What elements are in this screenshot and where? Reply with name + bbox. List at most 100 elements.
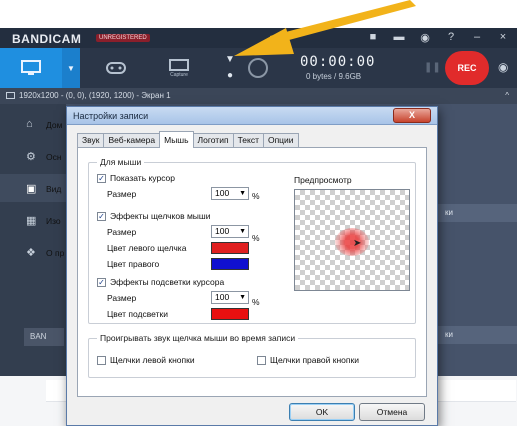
dialog-title: Настройки записи bbox=[73, 111, 149, 121]
minimize-icon[interactable]: – bbox=[471, 31, 483, 44]
content-strip: ки bbox=[437, 204, 517, 222]
cursor-pointer-icon: ➤ bbox=[353, 238, 362, 249]
image-icon: ▦ bbox=[26, 215, 37, 227]
tab-logo[interactable]: Логотип bbox=[192, 133, 234, 147]
home-icon: ⌂ bbox=[26, 118, 33, 130]
mouse-settings-group: Для мыши ✓ Показать курсор Размер 100 ▼ … bbox=[88, 157, 416, 324]
chevron-down-icon: ▼ bbox=[239, 294, 246, 301]
sidebar-item-label: Изо bbox=[46, 216, 61, 226]
video-icon: ▣ bbox=[26, 183, 37, 195]
right-click-sound-checkbox[interactable]: Щелчки правой кнопки bbox=[257, 355, 359, 365]
monitor-icon bbox=[21, 60, 41, 75]
select-value: 100 bbox=[215, 226, 230, 236]
right-click-color-swatch[interactable] bbox=[211, 258, 249, 270]
left-click-color-swatch[interactable] bbox=[211, 242, 249, 254]
percent-label: % bbox=[252, 233, 260, 243]
sidebar-item-label: Дом bbox=[46, 120, 63, 130]
game-mode-button[interactable] bbox=[86, 48, 146, 88]
file-size-readout: 0 bytes / 9.6GB bbox=[306, 72, 362, 81]
tab-webcam[interactable]: Веб-камера bbox=[103, 133, 161, 147]
left-click-color-label: Цвет левого щелчка bbox=[107, 243, 187, 253]
click-size-select[interactable]: 100 ▼ bbox=[211, 225, 249, 238]
hdmi-icon bbox=[169, 58, 189, 71]
click-size-label: Размер bbox=[107, 227, 137, 237]
checkbox-checked-icon: ✓ bbox=[97, 173, 106, 183]
chevron-down-icon: ▼ bbox=[239, 190, 246, 197]
chevron-down-icon: ▼ bbox=[239, 228, 246, 235]
sidebar-item-label: О пр bbox=[46, 248, 65, 258]
arrow-shaft bbox=[270, 0, 416, 44]
settings-icon[interactable]: ◉ bbox=[419, 31, 431, 44]
checkbox-label: Показать курсор bbox=[110, 173, 175, 183]
checkbox-unchecked-icon bbox=[257, 355, 266, 365]
checkbox-label: Эффекты подсветки курсора bbox=[110, 277, 225, 287]
highlight-color-label: Цвет подсветки bbox=[107, 309, 168, 319]
mouse-group-legend: Для мыши bbox=[97, 157, 145, 167]
mouse-tab-panel: Для мыши ✓ Показать курсор Размер 100 ▼ … bbox=[77, 147, 427, 397]
click-sound-group: Проигрывать звук щелчка мыши во время за… bbox=[88, 333, 416, 378]
percent-label: % bbox=[252, 297, 260, 307]
content-strip: ки bbox=[437, 326, 517, 344]
sidebar-item-image[interactable]: ▦ Изо bbox=[0, 206, 66, 234]
highlight-color-swatch[interactable] bbox=[211, 308, 249, 320]
sidebar-item-general[interactable]: ⚙ Осн bbox=[0, 142, 66, 170]
sidebar-item-video[interactable]: ▣ Вид bbox=[0, 174, 66, 202]
camera-icon[interactable]: ◉ bbox=[498, 60, 508, 74]
microphone-icon[interactable]: ● bbox=[220, 68, 240, 84]
arrow-head bbox=[234, 28, 294, 56]
device-mode-caption: Capture bbox=[170, 71, 188, 78]
window-icon bbox=[6, 92, 15, 99]
dialog-close-button[interactable]: X bbox=[393, 108, 431, 123]
capture-area-text: 1920x1200 - (0, 0), (1920, 1200) - Экран… bbox=[19, 91, 171, 100]
checkbox-label: Щелчки правой кнопки bbox=[270, 355, 359, 365]
left-click-sound-checkbox[interactable]: Щелчки левой кнопки bbox=[97, 355, 195, 365]
preview-label: Предпросмотр bbox=[294, 175, 352, 185]
sidebar-item-label: Осн bbox=[46, 152, 62, 162]
info-icon: ❖ bbox=[26, 247, 36, 259]
tab-options[interactable]: Опции bbox=[262, 133, 299, 147]
sound-group-legend: Проигрывать звук щелчка мыши во время за… bbox=[97, 333, 299, 343]
screen-mode-button[interactable] bbox=[0, 48, 62, 88]
checkbox-label: Щелчки левой кнопки bbox=[110, 355, 195, 365]
dialog-title-bar: Настройки записи X bbox=[67, 107, 437, 125]
screen-mode-dropdown[interactable]: ▼ bbox=[62, 48, 80, 88]
highlight-size-select[interactable]: 100 ▼ bbox=[211, 291, 249, 304]
highlight-effects-checkbox[interactable]: ✓ Эффекты подсветки курсора bbox=[97, 277, 224, 287]
checkbox-checked-icon: ✓ bbox=[97, 277, 106, 287]
sidebar-item-about[interactable]: ❖ О пр bbox=[0, 238, 66, 266]
right-click-color-label: Цвет правого bbox=[107, 259, 160, 269]
gear-icon: ⚙ bbox=[26, 151, 36, 163]
click-effects-checkbox[interactable]: ✓ Эффекты щелчков мыши bbox=[97, 211, 211, 221]
rec-button[interactable]: REC bbox=[445, 51, 489, 85]
cursor-size-select[interactable]: 100 ▼ bbox=[211, 187, 249, 200]
cursor-highlight-glow bbox=[335, 228, 369, 256]
sidebar-item-home[interactable]: ⌂ Дом bbox=[0, 110, 66, 138]
cursor-preview: ➤ bbox=[294, 189, 410, 291]
ok-button[interactable]: OK bbox=[289, 403, 355, 421]
annotation-arrow bbox=[234, 0, 416, 56]
pause-icon[interactable]: ❚❚ bbox=[424, 62, 441, 73]
cancel-button[interactable]: Отмена bbox=[359, 403, 425, 421]
chevron-up-icon[interactable]: ^ bbox=[505, 88, 509, 104]
select-value: 100 bbox=[215, 292, 230, 302]
tab-sound[interactable]: Звук bbox=[77, 133, 105, 147]
percent-label: % bbox=[252, 191, 260, 201]
cursor-size-label: Размер bbox=[107, 189, 137, 199]
show-cursor-checkbox[interactable]: ✓ Показать курсор bbox=[97, 173, 175, 183]
close-icon[interactable]: × bbox=[497, 31, 509, 44]
checkbox-unchecked-icon bbox=[97, 355, 106, 365]
bandicut-banner[interactable]: BAN bbox=[24, 328, 64, 346]
checkbox-checked-icon: ✓ bbox=[97, 211, 106, 221]
highlight-size-label: Размер bbox=[107, 293, 137, 303]
record-settings-dialog: Настройки записи X Звук Веб-камера Мышь … bbox=[66, 106, 438, 426]
tab-mouse[interactable]: Мышь bbox=[159, 131, 194, 148]
help-icon[interactable]: ? bbox=[445, 31, 457, 44]
checkbox-label: Эффекты щелчков мыши bbox=[110, 211, 211, 221]
select-value: 100 bbox=[215, 188, 230, 198]
chevron-down-icon: ▼ bbox=[67, 63, 75, 73]
app-logo: BANDICAM bbox=[12, 32, 82, 46]
tab-text[interactable]: Текст bbox=[232, 133, 264, 147]
sidebar-item-label: Вид bbox=[46, 184, 62, 194]
gamepad-icon bbox=[106, 62, 126, 74]
device-mode-button[interactable]: Capture bbox=[150, 48, 208, 88]
